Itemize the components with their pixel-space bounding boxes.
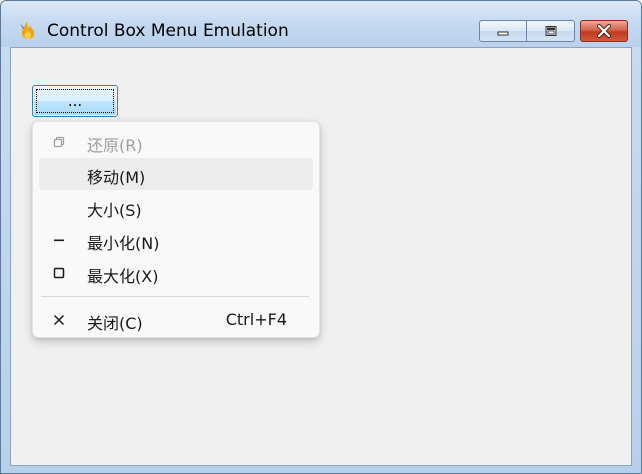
menu-item-shortcut: Ctrl+F4 (225, 310, 287, 329)
maximize-icon (545, 26, 556, 36)
menu-item-move[interactable]: 移动(M) (39, 158, 313, 190)
menu-separator (41, 296, 309, 297)
maximize-icon (51, 265, 67, 281)
minimize-icon (51, 232, 67, 248)
menu-item-label: 移动(M) (87, 168, 146, 187)
menu-item-label: 最小化(N) (87, 234, 160, 253)
menu-item-label: 还原(R) (87, 136, 143, 155)
close-icon (51, 312, 67, 328)
menu-item-size[interactable]: 大小(S) (39, 191, 313, 223)
menu-item-label: 最大化(X) (87, 267, 159, 286)
ellipsis-button[interactable]: ... (32, 85, 118, 117)
menu-item-close[interactable]: 关闭(C) Ctrl+F4 (39, 304, 313, 336)
menu-item-restore[interactable]: 还原(R) (39, 126, 313, 158)
menu-item-label: 关闭(C) (87, 314, 143, 333)
window-title: Control Box Menu Emulation (47, 21, 289, 41)
menu-item-label: 大小(S) (87, 201, 142, 220)
system-context-menu: 还原(R) 移动(M) 大小(S) 最小化(N) 最大化(X) 关闭(C) Ct… (32, 121, 320, 338)
app-flame-icon[interactable] (17, 19, 39, 41)
menu-item-minimize[interactable]: 最小化(N) (39, 224, 313, 256)
close-button[interactable] (580, 20, 628, 42)
menu-item-maximize[interactable]: 最大化(X) (39, 257, 313, 289)
minimize-button[interactable] (479, 20, 527, 42)
minimize-icon (497, 31, 509, 36)
maximize-button[interactable] (527, 20, 575, 42)
restore-icon (51, 134, 67, 150)
title-bar[interactable]: Control Box Menu Emulation (1, 1, 641, 47)
close-icon (597, 24, 611, 38)
